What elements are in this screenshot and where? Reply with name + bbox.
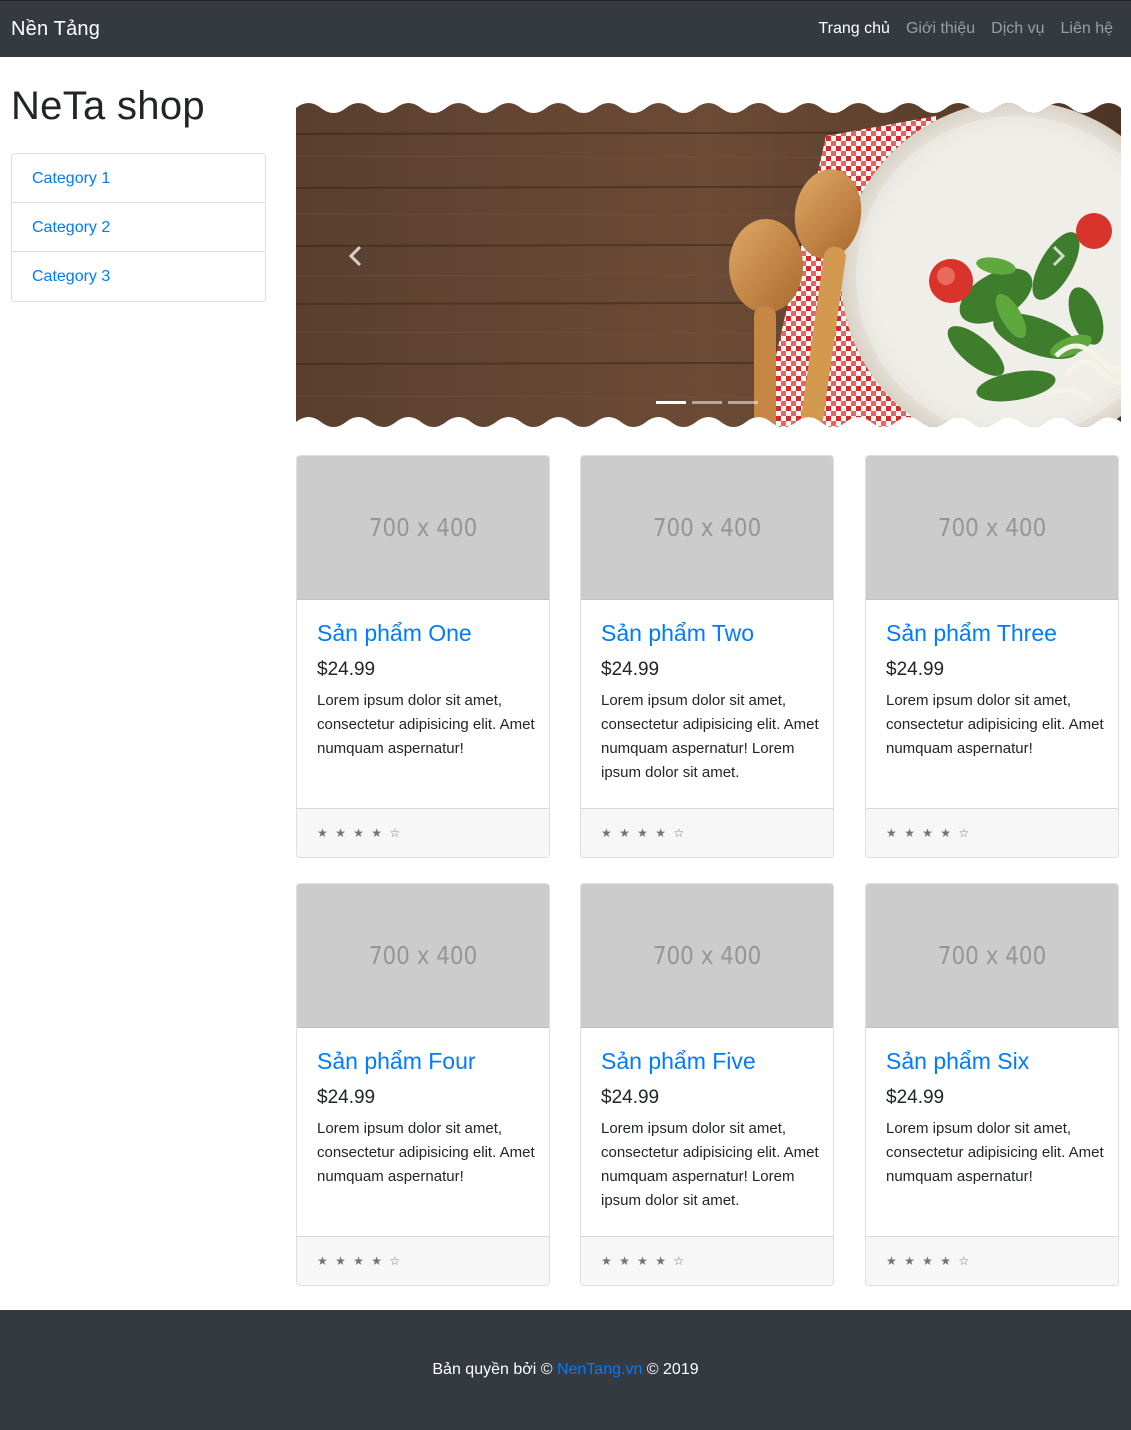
- product-description: Lorem ipsum dolor sit amet, consectetur …: [886, 1120, 1104, 1186]
- product-description: Lorem ipsum dolor sit amet, consectetur …: [601, 1120, 819, 1210]
- product-card: 700 x 400 Sản phẩm Three $24.99 Lorem ip…: [865, 455, 1119, 858]
- carousel-slide-image: [296, 103, 1121, 427]
- placeholder-size-text: 700 x 400: [368, 513, 478, 542]
- carousel-indicators: [656, 401, 758, 404]
- product-image-placeholder[interactable]: 700 x 400: [297, 884, 549, 1028]
- top-navbar: Nền Tảng Trang chủ Giới thiệu Dịch vụ Li…: [0, 0, 1131, 57]
- product-price: $24.99: [886, 1086, 945, 1108]
- placeholder-size-text: 700 x 400: [937, 513, 1047, 542]
- product-rating: ★ ★ ★ ★ ☆: [297, 808, 549, 857]
- nav-link-about[interactable]: Giới thiệu: [906, 20, 975, 38]
- product-card: 700 x 400 Sản phẩm Four $24.99 Lorem ips…: [296, 883, 550, 1286]
- carousel-indicator-3[interactable]: [728, 401, 758, 404]
- carousel-prev-button[interactable]: [336, 236, 376, 276]
- placeholder-size-text: 700 x 400: [937, 941, 1047, 970]
- placeholder-size-text: 700 x 400: [652, 941, 762, 970]
- copyright-text: Bản quyền bởi © NenTang.vn © 2019: [0, 1361, 1131, 1379]
- product-title-link[interactable]: Sản phẩm Three: [886, 620, 1106, 648]
- card-body: Sản phẩm Four $24.99 Lorem ipsum dolor s…: [317, 1048, 537, 1189]
- card-body: Sản phẩm Six $24.99 Lorem ipsum dolor si…: [886, 1048, 1106, 1189]
- card-body: Sản phẩm Three $24.99 Lorem ipsum dolor …: [886, 620, 1106, 761]
- carousel-indicator-2[interactable]: [692, 401, 722, 404]
- product-price: $24.99: [886, 658, 945, 680]
- product-description: Lorem ipsum dolor sit amet, consectetur …: [317, 1120, 535, 1186]
- product-title-link[interactable]: Sản phẩm One: [317, 620, 537, 648]
- category-item-2[interactable]: Category 2: [12, 203, 265, 252]
- product-image-placeholder[interactable]: 700 x 400: [297, 456, 549, 600]
- product-card: 700 x 400 Sản phẩm Two $24.99 Lorem ipsu…: [580, 455, 834, 858]
- product-rating: ★ ★ ★ ★ ☆: [297, 1236, 549, 1285]
- brand-link[interactable]: Nền Tảng: [11, 18, 100, 41]
- chevron-right-icon: [1052, 245, 1066, 267]
- product-price: $24.99: [601, 658, 660, 680]
- nav-link-home[interactable]: Trang chủ: [819, 20, 890, 38]
- copyright-link[interactable]: NenTang.vn: [557, 1361, 642, 1378]
- page-footer: Bản quyền bởi © NenTang.vn © 2019: [0, 1310, 1131, 1430]
- product-card: 700 x 400 Sản phẩm Six $24.99 Lorem ipsu…: [865, 883, 1119, 1286]
- carousel-indicator-1[interactable]: [656, 401, 686, 404]
- card-body: Sản phẩm One $24.99 Lorem ipsum dolor si…: [317, 620, 537, 761]
- product-price: $24.99: [317, 658, 376, 680]
- product-image-placeholder[interactable]: 700 x 400: [866, 884, 1118, 1028]
- category-item-1[interactable]: Category 1: [12, 154, 265, 203]
- carousel-next-button[interactable]: [1038, 236, 1078, 276]
- product-rating: ★ ★ ★ ★ ☆: [581, 808, 833, 857]
- product-rating: ★ ★ ★ ★ ☆: [866, 808, 1118, 857]
- product-rating: ★ ★ ★ ★ ☆: [581, 1236, 833, 1285]
- product-rating: ★ ★ ★ ★ ☆: [866, 1236, 1118, 1285]
- card-body: Sản phẩm Two $24.99 Lorem ipsum dolor si…: [601, 620, 821, 785]
- nav-link-services[interactable]: Dịch vụ: [991, 20, 1044, 38]
- product-description: Lorem ipsum dolor sit amet, consectetur …: [886, 692, 1104, 758]
- product-price: $24.99: [317, 1086, 376, 1108]
- copyright-suffix: © 2019: [642, 1361, 699, 1378]
- shop-title: NeTa shop: [11, 84, 205, 128]
- product-card: 700 x 400 Sản phẩm One $24.99 Lorem ipsu…: [296, 455, 550, 858]
- category-list: Category 1 Category 2 Category 3: [11, 153, 266, 302]
- product-image-placeholder[interactable]: 700 x 400: [581, 884, 833, 1028]
- copyright-prefix: Bản quyền bởi ©: [432, 1361, 557, 1378]
- product-title-link[interactable]: Sản phẩm Five: [601, 1048, 821, 1076]
- product-description: Lorem ipsum dolor sit amet, consectetur …: [601, 692, 819, 782]
- product-image-placeholder[interactable]: 700 x 400: [866, 456, 1118, 600]
- product-description: Lorem ipsum dolor sit amet, consectetur …: [317, 692, 535, 758]
- chevron-left-icon: [348, 245, 362, 267]
- product-image-placeholder[interactable]: 700 x 400: [581, 456, 833, 600]
- hero-carousel[interactable]: [296, 96, 1121, 436]
- product-price: $24.99: [601, 1086, 660, 1108]
- nav-menu: Trang chủ Giới thiệu Dịch vụ Liên hệ: [819, 20, 1114, 38]
- nav-link-contact[interactable]: Liên hệ: [1061, 20, 1114, 38]
- product-title-link[interactable]: Sản phẩm Six: [886, 1048, 1106, 1076]
- placeholder-size-text: 700 x 400: [368, 941, 478, 970]
- product-title-link[interactable]: Sản phẩm Four: [317, 1048, 537, 1076]
- product-title-link[interactable]: Sản phẩm Two: [601, 620, 821, 648]
- card-body: Sản phẩm Five $24.99 Lorem ipsum dolor s…: [601, 1048, 821, 1213]
- category-item-3[interactable]: Category 3: [12, 252, 265, 301]
- product-card: 700 x 400 Sản phẩm Five $24.99 Lorem ips…: [580, 883, 834, 1286]
- placeholder-size-text: 700 x 400: [652, 513, 762, 542]
